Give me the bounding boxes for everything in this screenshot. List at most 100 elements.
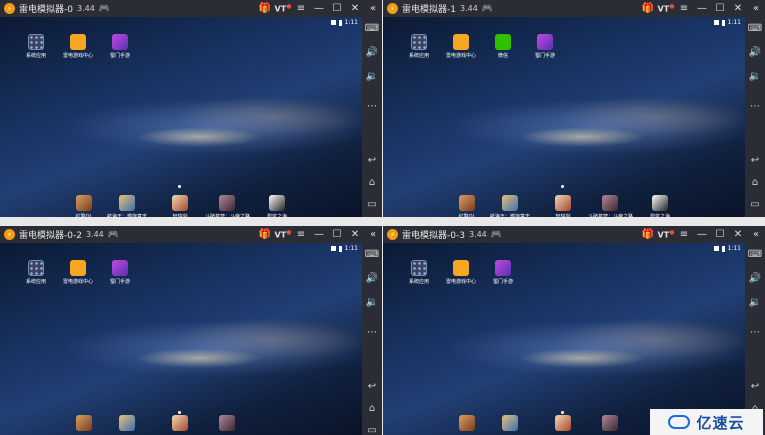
- dock-app[interactable]: [158, 415, 202, 433]
- recent-icon[interactable]: ▭: [362, 199, 382, 211]
- volume-up-icon[interactable]: 🔊: [745, 47, 765, 59]
- desktop-app[interactable]: 雷电游戏中心: [56, 260, 100, 285]
- minimize-button[interactable]: —: [693, 229, 711, 240]
- volume-down-icon[interactable]: 🔉: [362, 71, 382, 83]
- desktop-app[interactable]: 蜀门手游: [481, 260, 525, 285]
- game-icon: [459, 415, 475, 431]
- vt-button[interactable]: VT●: [657, 3, 675, 14]
- volume-up-icon[interactable]: 🔊: [745, 273, 765, 285]
- gift-icon[interactable]: 🎁: [256, 3, 274, 14]
- maximize-button[interactable]: ☐: [328, 229, 346, 240]
- menu-button[interactable]: ≡: [675, 229, 693, 240]
- android-screen[interactable]: 1:11 系统应用 雷电游戏中心 蜀门手游: [0, 243, 362, 435]
- back-icon[interactable]: ↩: [362, 155, 382, 167]
- home-icon[interactable]: ⌂: [745, 177, 765, 189]
- android-screen[interactable]: 1:11 系统应用 雷电游戏中心 蜀门手游: [383, 243, 745, 435]
- more-icon[interactable]: ⋯: [362, 101, 382, 113]
- dock-app[interactable]: 轩辕剑: [158, 195, 202, 217]
- desktop-app[interactable]: 系统应用: [397, 34, 441, 59]
- desktop-app[interactable]: 蜀门手游: [98, 260, 142, 285]
- home-icon[interactable]: ⌂: [362, 177, 382, 189]
- gift-icon[interactable]: 🎁: [256, 229, 274, 240]
- dock-app[interactable]: 碧蓝之海: [638, 195, 682, 217]
- recent-icon[interactable]: ▭: [362, 425, 382, 435]
- volume-up-icon[interactable]: 🔊: [362, 273, 382, 285]
- recent-icon[interactable]: ▭: [745, 199, 765, 211]
- volume-down-icon[interactable]: 🔉: [362, 297, 382, 309]
- title-bar[interactable]: ⚡ 雷电模拟器-1 3.44 🎮 🎁 VT● ≡ — ☐ ✕ «: [383, 0, 765, 17]
- vt-button[interactable]: VT●: [274, 3, 292, 14]
- desktop-app[interactable]: 雷电游戏中心: [439, 34, 483, 59]
- keyboard-icon[interactable]: ⌨: [745, 249, 765, 261]
- dock-app[interactable]: [541, 415, 585, 433]
- volume-down-icon[interactable]: 🔉: [745, 71, 765, 83]
- dock-app[interactable]: [62, 415, 106, 433]
- title-bar[interactable]: ⚡ 雷电模拟器-0-2 3.44 🎮 🎁 VT● ≡ — ☐ ✕ «: [0, 226, 382, 243]
- desktop-app[interactable]: 系统应用: [14, 260, 58, 285]
- close-button[interactable]: ✕: [346, 3, 364, 14]
- desktop-app[interactable]: 蜀门手游: [98, 34, 142, 59]
- maximize-button[interactable]: ☐: [711, 229, 729, 240]
- gamepad-icon[interactable]: 🎮: [99, 4, 110, 14]
- dock-app[interactable]: 轩辕剑: [541, 195, 585, 217]
- vt-button[interactable]: VT●: [274, 229, 292, 240]
- keyboard-icon[interactable]: ⌨: [362, 249, 382, 261]
- minimize-button[interactable]: —: [310, 3, 328, 14]
- minimize-button[interactable]: —: [693, 3, 711, 14]
- collapse-sidebar-button[interactable]: «: [747, 3, 765, 14]
- more-icon[interactable]: ⋯: [745, 101, 765, 113]
- keyboard-icon[interactable]: ⌨: [745, 23, 765, 35]
- more-icon[interactable]: ⋯: [745, 327, 765, 339]
- desktop-app[interactable]: 雷电游戏中心: [439, 260, 483, 285]
- dock-app[interactable]: 航海王：燃烧意志: [488, 195, 532, 217]
- back-icon[interactable]: ↩: [745, 155, 765, 167]
- dock-app[interactable]: 红警OL: [62, 195, 106, 217]
- close-button[interactable]: ✕: [729, 3, 747, 14]
- dock-app[interactable]: 航海王：燃烧意志: [105, 195, 149, 217]
- home-icon[interactable]: ⌂: [362, 403, 382, 415]
- dock-app[interactable]: [105, 415, 149, 433]
- maximize-button[interactable]: ☐: [711, 3, 729, 14]
- desktop-app[interactable]: 系统应用: [14, 34, 58, 59]
- close-button[interactable]: ✕: [729, 229, 747, 240]
- gamepad-icon[interactable]: 🎮: [482, 4, 493, 14]
- dock-app[interactable]: [205, 415, 249, 433]
- title-bar[interactable]: ⚡ 雷电模拟器-0 3.44 🎮 🎁 VT● ≡ — ☐ ✕ «: [0, 0, 382, 17]
- android-screen[interactable]: 1:11 系统应用 雷电游戏中心 蜀门手游 红警OL 航海王：燃烧意志 轩辕剑 斗破苍穹：斗帝…: [0, 17, 362, 217]
- desktop-app[interactable]: 蜀门手游: [523, 34, 567, 59]
- game-icon: [502, 195, 518, 211]
- keyboard-icon[interactable]: ⌨: [362, 23, 382, 35]
- collapse-sidebar-button[interactable]: «: [747, 229, 765, 240]
- menu-button[interactable]: ≡: [292, 3, 310, 14]
- dock-app[interactable]: [488, 415, 532, 433]
- gift-icon[interactable]: 🎁: [639, 3, 657, 14]
- maximize-button[interactable]: ☐: [328, 3, 346, 14]
- gamepad-icon[interactable]: 🎮: [108, 230, 119, 240]
- menu-button[interactable]: ≡: [292, 229, 310, 240]
- android-screen[interactable]: 1:11 系统应用 雷电游戏中心 微信 蜀门手游 红警OL 航海王：燃烧意志 轩辕剑 斗破苍穹：…: [383, 17, 745, 217]
- minimize-button[interactable]: —: [310, 229, 328, 240]
- title-bar[interactable]: ⚡ 雷电模拟器-0-3 3.44 🎮 🎁 VT● ≡ — ☐ ✕ «: [383, 226, 765, 243]
- dock-app[interactable]: [588, 415, 632, 433]
- dock-app[interactable]: 碧蓝之海: [255, 195, 299, 217]
- collapse-sidebar-button[interactable]: «: [364, 229, 382, 240]
- desktop-app[interactable]: 系统应用: [397, 260, 441, 285]
- menu-button[interactable]: ≡: [675, 3, 693, 14]
- dock-app[interactable]: 斗破苍穹：斗帝之路: [588, 195, 633, 217]
- volume-down-icon[interactable]: 🔉: [745, 297, 765, 309]
- close-button[interactable]: ✕: [346, 229, 364, 240]
- dock-app[interactable]: 红警OL: [445, 195, 489, 217]
- gamepad-icon[interactable]: 🎮: [491, 230, 502, 240]
- game-icon: [602, 415, 618, 431]
- desktop-app[interactable]: 微信: [481, 34, 525, 59]
- volume-up-icon[interactable]: 🔊: [362, 47, 382, 59]
- desktop-app[interactable]: 雷电游戏中心: [56, 34, 100, 59]
- dock-app[interactable]: 斗破苍穹：斗帝之路: [205, 195, 250, 217]
- back-icon[interactable]: ↩: [362, 381, 382, 393]
- more-icon[interactable]: ⋯: [362, 327, 382, 339]
- gift-icon[interactable]: 🎁: [639, 229, 657, 240]
- back-icon[interactable]: ↩: [745, 381, 765, 393]
- dock-app[interactable]: [445, 415, 489, 433]
- vt-button[interactable]: VT●: [657, 229, 675, 240]
- collapse-sidebar-button[interactable]: «: [364, 3, 382, 14]
